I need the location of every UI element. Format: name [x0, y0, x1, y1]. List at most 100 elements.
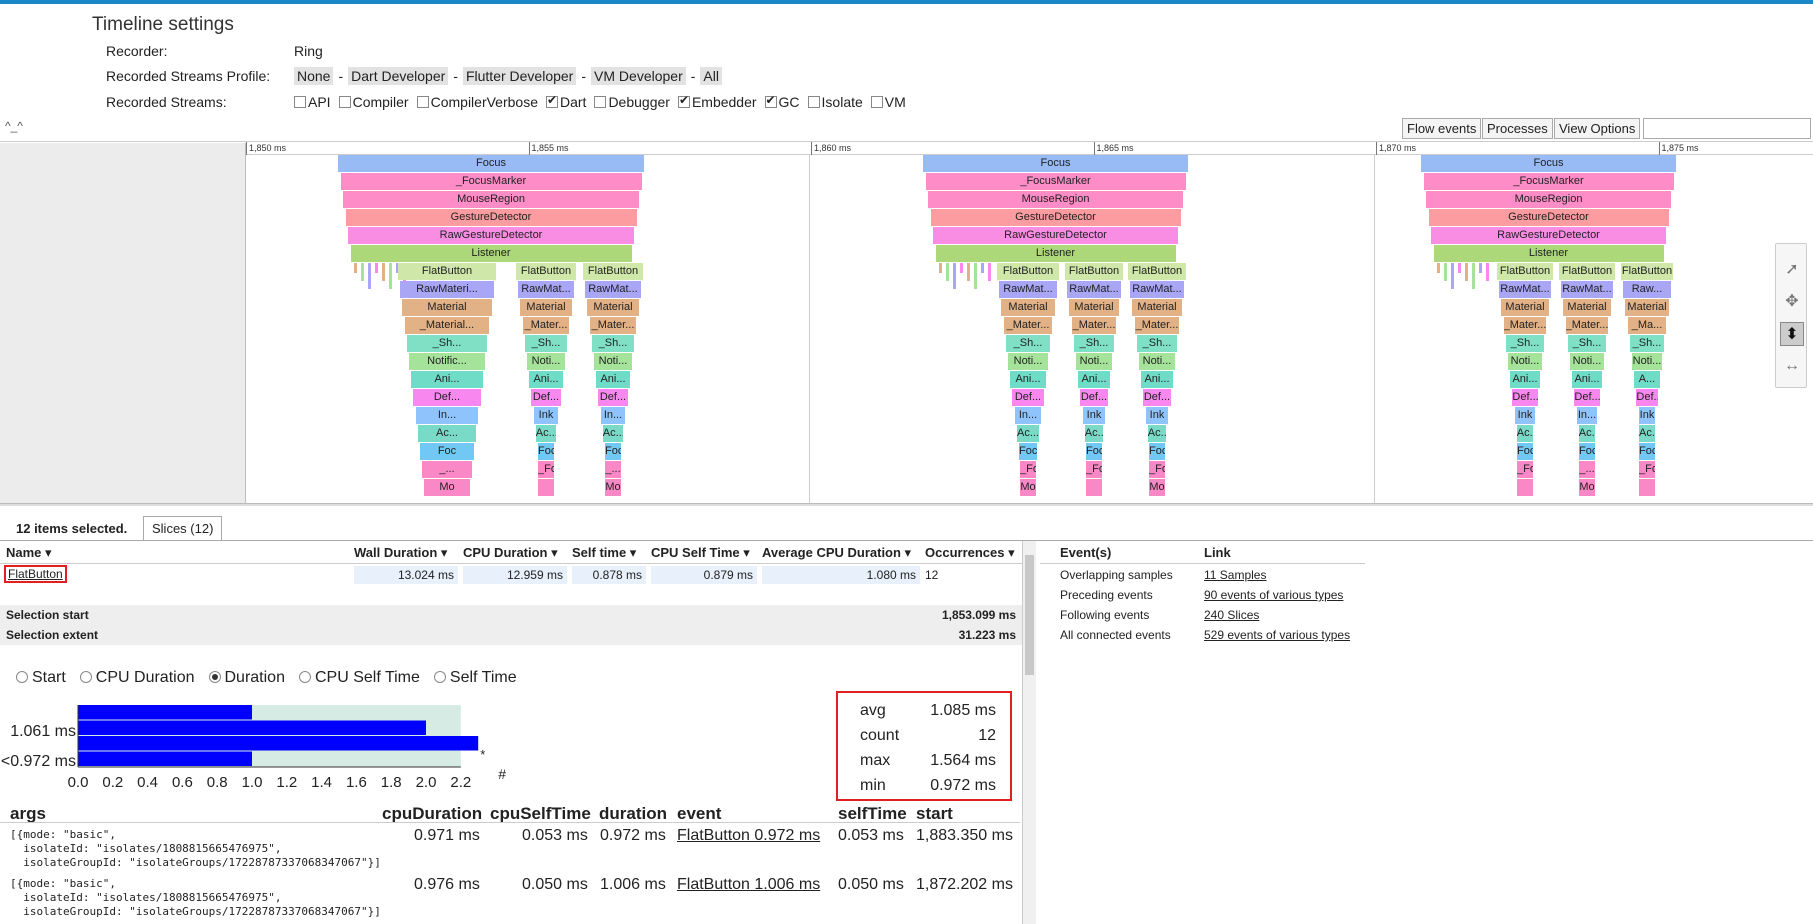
- stream-dart-checkbox[interactable]: [545, 93, 558, 108]
- flame-slice[interactable]: Mo: [1020, 479, 1036, 496]
- view-options-button[interactable]: View Options: [1554, 118, 1641, 139]
- profile-dart-developer[interactable]: Dart Developer: [348, 67, 449, 85]
- flame-slice[interactable]: Raw...: [1623, 281, 1671, 298]
- flame-slice[interactable]: Ac...: [535, 425, 557, 442]
- flame-slice[interactable]: RawMat...: [1561, 281, 1613, 298]
- flame-slice[interactable]: _Fo: [1020, 461, 1036, 478]
- flame-slice[interactable]: _Fo: [1086, 461, 1102, 478]
- flame-slice[interactable]: Foc: [605, 443, 621, 460]
- flame-slice[interactable]: Ani...: [1572, 371, 1602, 388]
- flame-slice[interactable]: Ani...: [1141, 371, 1173, 388]
- col-self-time[interactable]: Self time ▾: [572, 545, 636, 561]
- flame-slice[interactable]: MouseRegion: [928, 191, 1183, 208]
- analysis-scrollbar[interactable]: [1022, 541, 1036, 924]
- flame-slice[interactable]: _Sh...: [1629, 335, 1665, 352]
- select-tool-icon[interactable]: ➚: [1780, 258, 1804, 282]
- flame-slice[interactable]: Material: [1001, 299, 1055, 316]
- flame-slice[interactable]: Mo: [605, 479, 621, 496]
- collapse-toggle[interactable]: ^_^: [5, 119, 23, 133]
- flame-slice[interactable]: Ani...: [1510, 371, 1540, 388]
- flame-slice[interactable]: [538, 479, 554, 496]
- profile-flutter-developer[interactable]: Flutter Developer: [462, 67, 577, 85]
- col-cpu-duration[interactable]: CPU Duration ▾: [463, 545, 558, 561]
- flame-slice[interactable]: _Mater...: [1003, 317, 1053, 334]
- flame-slice[interactable]: Ink: [1638, 407, 1656, 424]
- flame-slice[interactable]: _Fo: [1149, 461, 1165, 478]
- flame-slice[interactable]: Noti...: [1508, 353, 1542, 370]
- timing-tool-icon[interactable]: ↔: [1780, 354, 1804, 378]
- flame-slice[interactable]: Noti...: [594, 353, 632, 370]
- scrollbar-thumb[interactable]: [1025, 555, 1034, 675]
- radio-circle[interactable]: [16, 671, 28, 683]
- flame-slice[interactable]: _Sh...: [406, 335, 488, 352]
- flame-slice[interactable]: Listener: [935, 245, 1176, 262]
- tab-slices[interactable]: Slices (12): [143, 516, 223, 540]
- stream-compiler-checkbox[interactable]: [338, 96, 351, 108]
- zoom-tool-icon[interactable]: ⬍: [1780, 322, 1804, 346]
- flame-slice[interactable]: Material: [1625, 299, 1669, 316]
- flame-slice[interactable]: RawGestureDetector: [348, 227, 634, 244]
- flame-slice[interactable]: _Material...: [404, 317, 490, 334]
- profile-vm-developer[interactable]: VM Developer: [591, 67, 686, 85]
- flame-slice[interactable]: A...: [1634, 371, 1660, 388]
- processes-button[interactable]: Processes: [1482, 118, 1553, 139]
- flame-slice[interactable]: Ac...: [1516, 425, 1534, 442]
- flame-slice[interactable]: Material: [520, 299, 572, 316]
- flame-slice[interactable]: Mo: [1579, 479, 1595, 496]
- radio-circle[interactable]: [208, 671, 221, 683]
- stream-embedder-checkbox[interactable]: [677, 93, 690, 108]
- flame-slice[interactable]: [1086, 479, 1102, 496]
- radio-circle[interactable]: [79, 671, 92, 683]
- flame-slice[interactable]: RawMat...: [1130, 281, 1184, 298]
- radio-circle[interactable]: [433, 671, 446, 683]
- flame-slice[interactable]: RawMat...: [999, 281, 1057, 298]
- flame-slice[interactable]: FlatButton: [1497, 263, 1553, 280]
- col-wall-duration[interactable]: Wall Duration ▾: [354, 545, 447, 561]
- flame-slice[interactable]: In...: [600, 407, 626, 424]
- radio-self-time[interactable]: Self Time: [433, 669, 517, 686]
- flame-slice[interactable]: Foc: [1579, 443, 1595, 460]
- profile-none[interactable]: None: [294, 67, 334, 85]
- radio-start[interactable]: Start: [16, 669, 66, 686]
- stream-vm-checkbox[interactable]: [870, 96, 883, 108]
- flame-slice[interactable]: [1639, 479, 1655, 496]
- radio-circle[interactable]: [298, 671, 311, 683]
- flame-slice[interactable]: GestureDetector: [1428, 209, 1669, 226]
- flame-slice[interactable]: _...: [1579, 461, 1595, 478]
- related-link[interactable]: 529 events of various types: [1204, 625, 1350, 645]
- flame-slice[interactable]: GestureDetector: [345, 209, 637, 226]
- col-occurrences[interactable]: Occurrences ▾: [925, 545, 1015, 561]
- flame-slice[interactable]: FlatButton: [398, 263, 496, 280]
- flame-slice[interactable]: Ac...: [602, 425, 624, 442]
- pan-tool-icon[interactable]: ✥: [1780, 290, 1804, 314]
- flame-slice[interactable]: _Fo: [538, 461, 554, 478]
- flame-slice[interactable]: Material: [587, 299, 639, 316]
- flame-slice[interactable]: RawGestureDetector: [1431, 227, 1666, 244]
- flame-slice[interactable]: FlatButton: [1128, 263, 1186, 280]
- flame-slice[interactable]: Ac...: [1147, 425, 1167, 442]
- related-link[interactable]: 90 events of various types: [1204, 585, 1343, 605]
- flame-slice[interactable]: _FocusMarker: [925, 173, 1186, 190]
- flame-slice[interactable]: Ani...: [411, 371, 483, 388]
- flame-slice[interactable]: _Mater...: [1565, 317, 1609, 334]
- flame-slice[interactable]: _Ma...: [1627, 317, 1667, 334]
- flame-slice[interactable]: _Mater...: [1503, 317, 1547, 334]
- flame-slice[interactable]: Def...: [1080, 389, 1108, 406]
- flame-slice[interactable]: Material: [1132, 299, 1182, 316]
- flame-slice[interactable]: FlatButton: [1559, 263, 1615, 280]
- flame-slice[interactable]: Listener: [350, 245, 632, 262]
- stream-compilerverbose-checkbox[interactable]: [416, 96, 429, 108]
- flame-slice[interactable]: Focus: [923, 155, 1188, 172]
- flame-slice[interactable]: FlatButton: [516, 263, 576, 280]
- flame-slice[interactable]: _Sh...: [591, 335, 635, 352]
- flame-slice[interactable]: Ink: [533, 407, 559, 424]
- flame-slice[interactable]: Def...: [1512, 389, 1538, 406]
- flame-chart[interactable]: Focus _FocusMarker MouseRegion GestureDetec…: [246, 155, 1813, 503]
- flame-slice[interactable]: Notific...: [409, 353, 485, 370]
- flame-slice[interactable]: Ink: [1514, 407, 1536, 424]
- profile-all[interactable]: All: [700, 67, 722, 85]
- flame-slice[interactable]: Ani...: [596, 371, 630, 388]
- flame-slice[interactable]: _Mater...: [1071, 317, 1117, 334]
- flame-slice[interactable]: FlatButton: [1621, 263, 1673, 280]
- flame-slice[interactable]: Def...: [1143, 389, 1171, 406]
